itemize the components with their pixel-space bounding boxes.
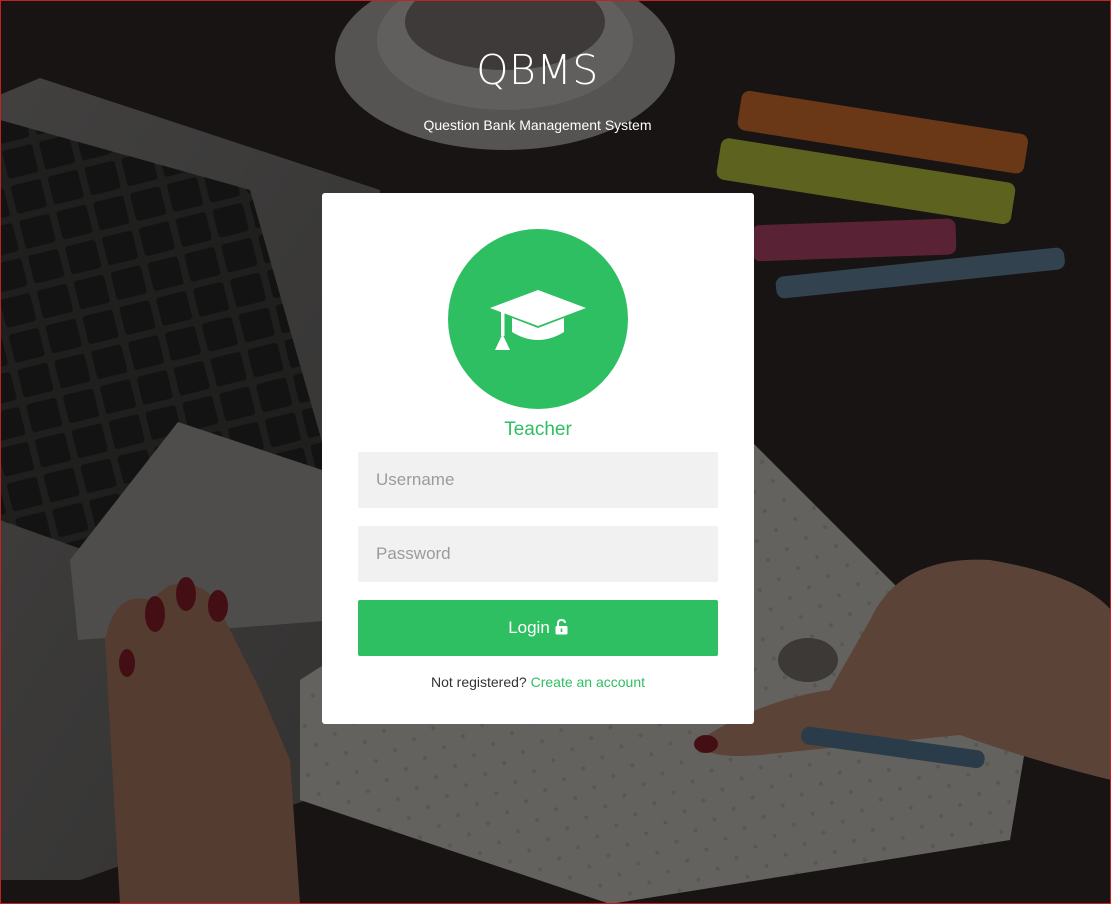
register-prompt-text: Not registered?	[430, 674, 527, 690]
unlock-icon	[555, 618, 568, 634]
login-button[interactable]: Login	[358, 600, 718, 656]
create-account-link[interactable]: Create an account	[531, 674, 645, 690]
login-button-label: Login	[508, 618, 550, 637]
password-input[interactable]	[358, 526, 718, 582]
register-prompt: Not registered? Create an account	[322, 674, 754, 690]
app-subtitle: Question Bank Management System	[423, 117, 652, 133]
login-card: Teacher Login Not registered? Create an …	[322, 193, 754, 724]
role-label: Teacher	[504, 419, 572, 440]
username-input[interactable]	[358, 452, 718, 508]
role-avatar	[448, 229, 628, 409]
graduation-cap-icon	[490, 290, 586, 350]
app-title: QBMS	[476, 46, 599, 94]
